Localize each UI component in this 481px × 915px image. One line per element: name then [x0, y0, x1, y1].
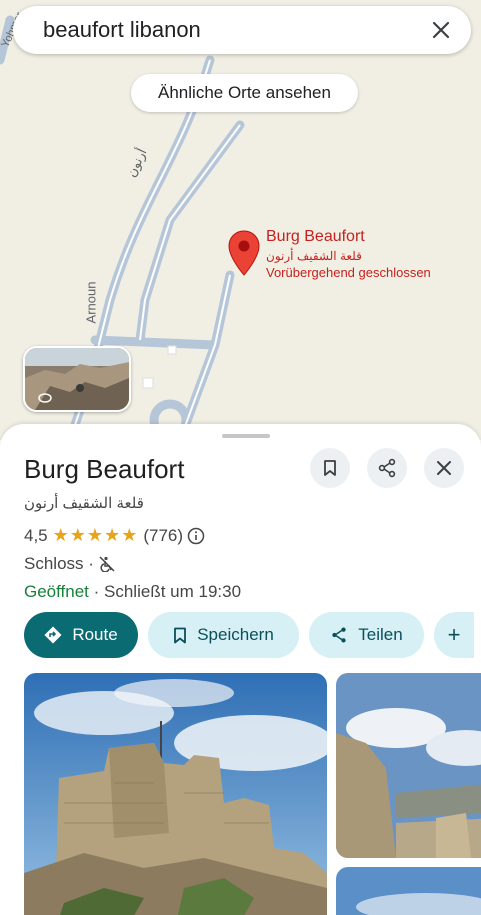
save-label: Speichern — [197, 625, 274, 644]
more-label: + — [447, 622, 461, 647]
photo-side-1[interactable] — [336, 673, 481, 858]
closing-time: · Schließt um 19:30 — [88, 582, 242, 601]
directions-icon — [44, 626, 62, 644]
photo-main[interactable] — [24, 673, 327, 915]
share-button[interactable]: Teilen — [309, 612, 424, 658]
close-sheet-button[interactable] — [424, 448, 464, 488]
share-label: Teilen — [358, 625, 403, 644]
road-label-arnoun: Arnoun — [83, 281, 99, 324]
open-status: Geöffnet — [24, 582, 89, 601]
similar-places-chip[interactable]: Ähnliche Orte ansehen — [131, 74, 358, 112]
close-icon — [432, 21, 450, 39]
bookmark-icon — [174, 627, 187, 643]
pin-place-arabic: قلعة الشقيف أرنون — [266, 249, 362, 263]
search-input[interactable]: beaufort libanon — [43, 17, 427, 43]
star-rating: ★★★★★ — [52, 525, 139, 545]
not-wheelchair-accessible-icon — [99, 556, 115, 572]
more-actions-button[interactable]: + — [434, 612, 474, 658]
photo-side-2[interactable] — [336, 867, 481, 915]
clear-search-button[interactable] — [427, 16, 455, 44]
action-buttons: Route Speichern Teilen + — [24, 612, 474, 658]
map-view[interactable]: أرنون Arnoun Yohmor beaufort libanon Ähn… — [0, 0, 481, 440]
street-view-thumbnail[interactable] — [23, 346, 131, 412]
rating-value: 4,5 — [24, 525, 48, 545]
drag-handle[interactable] — [222, 434, 270, 438]
route-button[interactable]: Route — [24, 612, 138, 658]
place-title: Burg Beaufort — [24, 454, 185, 484]
hours-row[interactable]: Geöffnet · Schließt um 19:30 — [24, 582, 241, 602]
castle-wall-photo — [336, 673, 481, 858]
sky-photo — [336, 867, 481, 915]
info-icon[interactable] — [187, 527, 205, 545]
street-view-image — [25, 348, 129, 410]
place-arabic-name: قلعة الشقيف أرنون — [24, 495, 144, 512]
place-category: Schloss · — [24, 554, 94, 573]
place-details-sheet[interactable]: Burg Beaufort قلعة الشقيف أرنون 4,5 ★★★★… — [0, 424, 481, 915]
bookmark-icon — [324, 460, 336, 476]
route-label: Route — [72, 625, 118, 644]
map-pin-icon — [228, 230, 260, 276]
search-bar[interactable]: beaufort libanon — [13, 6, 471, 54]
category-row: Schloss · — [24, 554, 115, 574]
share-button-top[interactable] — [367, 448, 407, 488]
castle-photo — [24, 673, 327, 915]
rating-row[interactable]: 4,5 ★★★★★ (776) — [24, 525, 205, 546]
close-icon — [437, 461, 451, 475]
share-icon — [378, 458, 396, 478]
save-button[interactable]: Speichern — [148, 612, 299, 658]
bookmark-button[interactable] — [310, 448, 350, 488]
place-pin[interactable] — [228, 230, 260, 281]
share-icon — [332, 627, 346, 643]
review-count: (776) — [143, 525, 184, 545]
pin-place-title[interactable]: Burg Beaufort — [266, 228, 365, 246]
pin-place-status: Vorübergehend geschlossen — [266, 265, 431, 280]
